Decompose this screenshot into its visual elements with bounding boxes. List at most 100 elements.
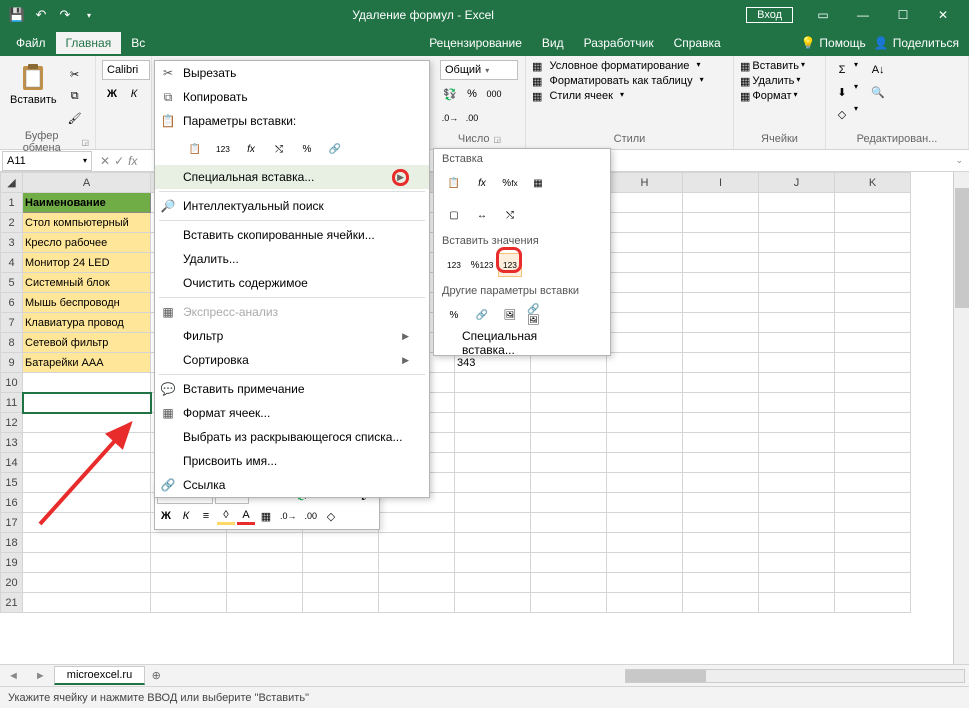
- paste-values-icon[interactable]: 123: [442, 253, 466, 277]
- ribbon-display-icon[interactable]: ▭: [803, 1, 843, 29]
- number-launcher-icon[interactable]: ◲: [494, 135, 502, 144]
- cell[interactable]: Стол компьютерный: [23, 213, 151, 233]
- paste-all-icon[interactable]: 📋: [442, 171, 466, 195]
- paste-no-borders-icon[interactable]: ▢: [442, 203, 466, 227]
- mini-decimal-inc-icon[interactable]: .0→: [277, 507, 300, 525]
- paste-formatting-icon[interactable]: %: [442, 303, 466, 327]
- ctx-smart-lookup[interactable]: 🔎Интеллектуальный поиск: [155, 194, 429, 218]
- ctx-define-name[interactable]: Присвоить имя...: [155, 449, 429, 473]
- row-header[interactable]: 16: [1, 493, 23, 513]
- paste-formulas-number-icon[interactable]: %fx: [498, 171, 522, 195]
- tab-help[interactable]: Справка: [664, 32, 731, 54]
- row-header[interactable]: 6: [1, 293, 23, 313]
- font-name-combo[interactable]: Calibri: [102, 60, 150, 80]
- tab-developer[interactable]: Разработчик: [574, 32, 664, 54]
- expand-formula-icon[interactable]: ⌄: [949, 155, 969, 166]
- paste-linked-picture-icon[interactable]: 🔗🖼: [526, 303, 550, 327]
- row-header[interactable]: 11: [1, 393, 23, 413]
- tab-review[interactable]: Рецензирование: [419, 32, 532, 54]
- col-header[interactable]: I: [683, 173, 759, 193]
- tell-me-button[interactable]: 💡 Помощь: [800, 36, 865, 50]
- decrease-decimal-icon[interactable]: .00: [462, 108, 482, 128]
- share-button[interactable]: 👤 Поделиться: [874, 36, 959, 50]
- redo-icon[interactable]: ↷: [54, 4, 76, 26]
- paste-formulas-icon[interactable]: fx: [470, 171, 494, 195]
- row-header[interactable]: 1: [1, 193, 23, 213]
- paste-link-icon[interactable]: 🔗: [470, 303, 494, 327]
- paste-transpose-icon[interactable]: ⤭: [498, 203, 522, 227]
- cell[interactable]: Кресло рабочее: [23, 233, 151, 253]
- tab-insert[interactable]: Вс: [121, 32, 149, 54]
- cell-styles-button[interactable]: ▦ Стили ячеек ▾: [532, 90, 624, 103]
- cell[interactable]: Монитор 24 LED: [23, 253, 151, 273]
- minimize-icon[interactable]: —: [843, 1, 883, 29]
- cell[interactable]: Сетевой фильтр: [23, 333, 151, 353]
- row-header[interactable]: 7: [1, 313, 23, 333]
- ctx-clear[interactable]: Очистить содержимое: [155, 271, 429, 295]
- cell[interactable]: Системный блок: [23, 273, 151, 293]
- mini-fill-color-icon[interactable]: ◊: [217, 507, 235, 525]
- ctx-delete[interactable]: Удалить...: [155, 247, 429, 271]
- ctx-filter[interactable]: Фильтр▶: [155, 324, 429, 348]
- bold-button[interactable]: Ж: [102, 84, 122, 104]
- autosum-icon[interactable]: Σ: [832, 60, 852, 80]
- delete-cells-button[interactable]: ▦ Удалить ▾: [740, 75, 800, 88]
- horizontal-scrollbar[interactable]: [167, 669, 969, 683]
- row-header[interactable]: 3: [1, 233, 23, 253]
- login-button[interactable]: Вход: [746, 7, 793, 23]
- row-header[interactable]: 13: [1, 433, 23, 453]
- format-as-table-button[interactable]: ▦ Форматировать как таблицу ▾: [532, 75, 704, 88]
- col-header[interactable]: H: [607, 173, 683, 193]
- number-format-combo[interactable]: Общий▾: [440, 60, 518, 80]
- tab-file[interactable]: Файл: [6, 32, 56, 54]
- qat-dropdown-icon[interactable]: ▾: [78, 4, 100, 26]
- col-header[interactable]: A: [23, 173, 151, 193]
- clear-icon[interactable]: ◇: [832, 104, 852, 124]
- paste-transpose-icon[interactable]: ⤭: [267, 137, 291, 161]
- row-header[interactable]: 18: [1, 533, 23, 553]
- row-header[interactable]: 4: [1, 253, 23, 273]
- paste-picture-icon[interactable]: 🖼: [498, 303, 522, 327]
- cell[interactable]: Батарейки ААА: [23, 353, 151, 373]
- ctx-pick-from-list[interactable]: Выбрать из раскрывающегося списка...: [155, 425, 429, 449]
- insert-cells-button[interactable]: ▦ Вставить ▾: [740, 60, 805, 73]
- format-cells-button[interactable]: ▦ Формат ▾: [740, 90, 798, 103]
- percent-icon[interactable]: %: [462, 84, 482, 104]
- mini-decimal-dec-icon[interactable]: .00: [302, 507, 321, 525]
- row-header[interactable]: 14: [1, 453, 23, 473]
- col-header[interactable]: K: [835, 173, 911, 193]
- sheet-tab[interactable]: microexcel.ru: [54, 666, 145, 685]
- ctx-paste-special[interactable]: Специальная вставка... ▶: [155, 165, 429, 189]
- submenu-paste-special[interactable]: Специальная вставка...: [434, 331, 610, 355]
- row-header[interactable]: 2: [1, 213, 23, 233]
- cell[interactable]: Клавиатура провод: [23, 313, 151, 333]
- row-header[interactable]: 19: [1, 553, 23, 573]
- row-header[interactable]: 9: [1, 353, 23, 373]
- tab-home[interactable]: Главная: [56, 32, 122, 54]
- paste-button[interactable]: Вставить: [6, 60, 61, 108]
- enter-fx-icon[interactable]: ✓: [114, 154, 124, 168]
- increase-decimal-icon[interactable]: .0→: [440, 108, 460, 128]
- find-icon[interactable]: 🔍: [868, 82, 888, 102]
- paste-link-icon[interactable]: 🔗: [323, 137, 347, 161]
- ctx-insert-comment[interactable]: 💬Вставить примечание: [155, 377, 429, 401]
- currency-icon[interactable]: 💱: [440, 84, 460, 104]
- mini-clear-format-icon[interactable]: ◇: [322, 507, 340, 525]
- vertical-scrollbar[interactable]: [953, 172, 969, 664]
- paste-values-icon[interactable]: 123: [211, 137, 235, 161]
- ctx-link[interactable]: 🔗Ссылка: [155, 473, 429, 497]
- maximize-icon[interactable]: ☐: [883, 1, 923, 29]
- conditional-formatting-button[interactable]: ▦ Условное форматирование ▾: [532, 60, 701, 73]
- cell[interactable]: Наименование: [23, 193, 151, 213]
- select-all-corner[interactable]: ◢: [1, 173, 23, 193]
- sort-filter-icon[interactable]: A↓: [868, 60, 888, 80]
- ctx-format-cells[interactable]: ▦Формат ячеек...: [155, 401, 429, 425]
- mini-borders-icon[interactable]: ▦: [257, 507, 275, 525]
- row-header[interactable]: 12: [1, 413, 23, 433]
- fill-icon[interactable]: ⬇: [832, 82, 852, 102]
- row-header[interactable]: 5: [1, 273, 23, 293]
- cancel-fx-icon[interactable]: ✕: [100, 154, 110, 168]
- paste-keep-source-icon[interactable]: ▦: [526, 171, 550, 195]
- mini-align-icon[interactable]: ≡: [197, 507, 215, 525]
- ctx-sort[interactable]: Сортировка▶: [155, 348, 429, 372]
